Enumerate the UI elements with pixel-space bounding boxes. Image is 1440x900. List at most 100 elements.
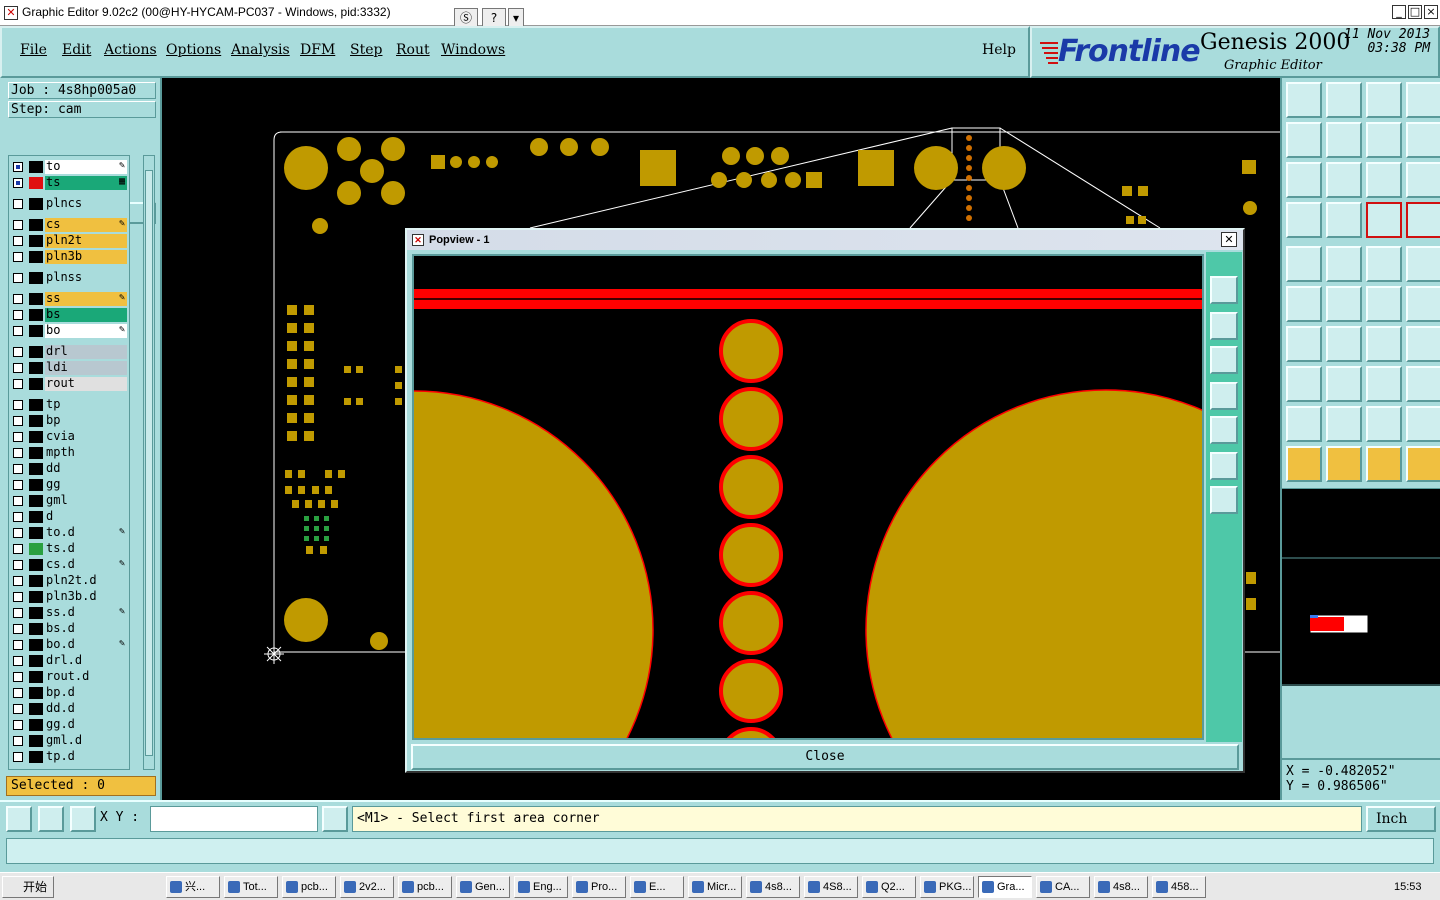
layer-color-swatch[interactable] <box>29 703 43 715</box>
pointer-2-icon[interactable] <box>1326 446 1362 482</box>
layer-checkbox[interactable] <box>13 592 23 602</box>
layer-name[interactable]: pln3b <box>45 250 127 264</box>
layer-row[interactable]: dd.d <box>9 701 131 717</box>
fit-all-icon[interactable] <box>1286 162 1322 198</box>
layer-checkbox[interactable] <box>13 379 23 389</box>
pad-tool-icon[interactable] <box>1286 246 1322 282</box>
s-icon[interactable]: Ⓢ <box>454 8 478 28</box>
layer-name[interactable]: rout.d <box>45 670 127 684</box>
units-selector[interactable]: Inch <box>1366 806 1436 832</box>
popview-close-button[interactable]: Close <box>411 744 1239 770</box>
layer-name[interactable]: cs <box>45 218 127 232</box>
minimize-button[interactable]: _ <box>1392 5 1406 19</box>
layer-row[interactable]: gml <box>9 493 131 509</box>
layer-checkbox[interactable] <box>13 688 23 698</box>
layer-name[interactable]: cs.d <box>45 558 127 572</box>
layer-color-swatch[interactable] <box>29 235 43 247</box>
snap-tool-icon[interactable] <box>1286 202 1322 238</box>
layer-color-swatch[interactable] <box>29 511 43 523</box>
layer-name[interactable]: bo.d <box>45 638 127 652</box>
zoom-out-icon[interactable] <box>1210 452 1238 480</box>
close-button[interactable]: × <box>1424 5 1438 19</box>
layer-checkbox[interactable] <box>13 400 23 410</box>
snap-icon[interactable] <box>6 806 32 832</box>
layer-color-swatch[interactable] <box>29 415 43 427</box>
layer-color-swatch[interactable] <box>29 671 43 683</box>
measure-icon[interactable] <box>38 806 64 832</box>
layer-row[interactable]: drl.d <box>9 653 131 669</box>
layer-name[interactable]: dd.d <box>45 702 127 716</box>
chevron-down-icon[interactable]: ▾ <box>508 8 524 28</box>
layer-checkbox[interactable] <box>13 624 23 634</box>
layer-color-swatch[interactable] <box>29 309 43 321</box>
layer-color-swatch[interactable] <box>29 251 43 263</box>
taskbar-item[interactable]: Gen... <box>456 876 510 898</box>
shapes-icon[interactable] <box>1406 366 1440 402</box>
slash-tool-icon[interactable] <box>1326 246 1362 282</box>
system-tray[interactable] <box>1290 878 1386 896</box>
menu-help[interactable]: Help <box>982 42 1016 58</box>
xy-input[interactable] <box>150 806 318 832</box>
layer-name[interactable]: tp.d <box>45 750 127 764</box>
pan-down-icon[interactable] <box>1210 346 1238 374</box>
layer-checkbox[interactable] <box>13 347 23 357</box>
redraw-icon[interactable] <box>1406 122 1440 158</box>
command-field[interactable] <box>6 838 1434 864</box>
layer-scrollbar[interactable] <box>143 155 155 770</box>
layer-row[interactable]: bo.d ✎ <box>9 637 131 653</box>
pan-back-icon[interactable] <box>1366 122 1402 158</box>
menu-analysis[interactable]: Analysis <box>231 42 290 58</box>
layer-color-swatch[interactable] <box>29 735 43 747</box>
menu-windows[interactable]: Windows <box>441 42 505 58</box>
layer-checkbox[interactable] <box>13 162 23 172</box>
connect-icon[interactable] <box>1366 286 1402 322</box>
layer-checkbox[interactable] <box>13 236 23 246</box>
route-icon[interactable] <box>1406 446 1440 482</box>
layer-tool-icon[interactable] <box>1366 202 1402 238</box>
layer-checkbox[interactable] <box>13 464 23 474</box>
layer-color-swatch[interactable] <box>29 447 43 459</box>
layer-color-swatch[interactable] <box>29 687 43 699</box>
layer-row[interactable]: ts.d <box>9 541 131 557</box>
taskbar-item[interactable]: Pro... <box>572 876 626 898</box>
layer-checkbox[interactable] <box>13 294 23 304</box>
layer-checkbox[interactable] <box>13 512 23 522</box>
layer-color-swatch[interactable] <box>29 463 43 475</box>
layer-checkbox[interactable] <box>13 608 23 618</box>
layer-color-swatch[interactable] <box>29 655 43 667</box>
layer-row[interactable]: gg.d <box>9 717 131 733</box>
layer-row[interactable]: bs.d <box>9 621 131 637</box>
layer-name[interactable]: bp <box>45 414 127 428</box>
triangle-3-icon[interactable] <box>1366 406 1402 442</box>
taskbar-item[interactable]: 458... <box>1152 876 1206 898</box>
layer-name[interactable]: gg.d <box>45 718 127 732</box>
layer-name[interactable]: mpth <box>45 446 127 460</box>
taskbar-item[interactable]: Eng... <box>514 876 568 898</box>
layer-name[interactable]: pln2t <box>45 234 127 248</box>
pan-right-icon[interactable] <box>1326 122 1362 158</box>
layer-name[interactable]: plncs <box>45 197 127 211</box>
layer-color-swatch[interactable] <box>29 623 43 635</box>
layer-color-swatch[interactable] <box>29 431 43 443</box>
layer-checkbox[interactable] <box>13 432 23 442</box>
taskbar-item[interactable]: CA... <box>1036 876 1090 898</box>
taskbar-item[interactable]: Gra... <box>978 876 1032 898</box>
layer-color-swatch[interactable] <box>29 751 43 763</box>
minus-icon[interactable] <box>1326 366 1362 402</box>
taskbar-item[interactable]: PKG... <box>920 876 974 898</box>
layer-checkbox[interactable] <box>13 560 23 570</box>
pan-up-icon[interactable] <box>1210 312 1238 340</box>
taskbar-item[interactable]: 4s8... <box>1094 876 1148 898</box>
layer-checkbox[interactable] <box>13 199 23 209</box>
cross-icon[interactable] <box>1326 286 1362 322</box>
pan-left-icon[interactable] <box>1286 122 1322 158</box>
layer-row[interactable]: plnss <box>9 270 131 286</box>
layer-color-swatch[interactable] <box>29 719 43 731</box>
ruler-icon[interactable] <box>1366 246 1402 282</box>
taskbar-item[interactable]: pcb... <box>282 876 336 898</box>
layer-row[interactable]: rout.d <box>9 669 131 685</box>
taskbar-item[interactable]: pcb... <box>398 876 452 898</box>
layer-color-swatch[interactable] <box>29 161 43 173</box>
layer-checkbox[interactable] <box>13 416 23 426</box>
layer-color-swatch[interactable] <box>29 325 43 337</box>
